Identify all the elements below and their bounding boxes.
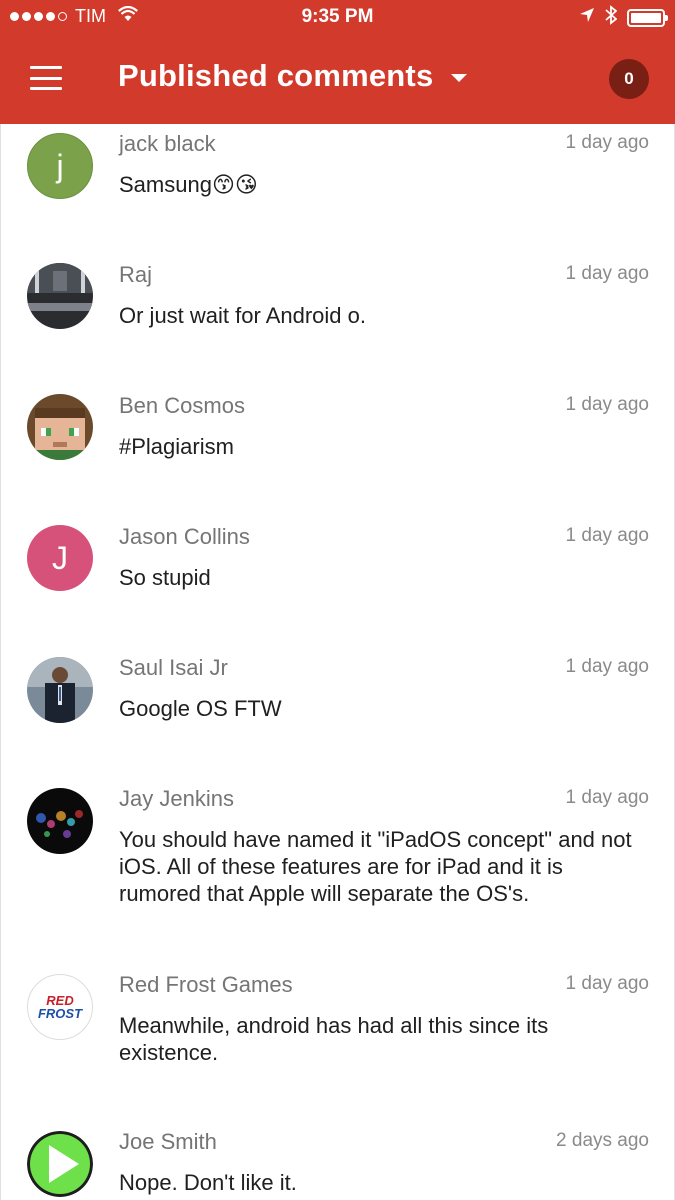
filter-dropdown[interactable]: Published comments	[118, 58, 468, 94]
page-title: Published comments	[118, 58, 434, 93]
avatar	[27, 657, 93, 723]
comment-time: 1 day ago	[565, 394, 649, 415]
comment-author: Raj	[119, 262, 153, 287]
comment-time: 1 day ago	[565, 973, 649, 994]
comment-author: Joe Smith	[119, 1129, 217, 1154]
comment-author: Saul Isai Jr	[119, 655, 228, 680]
comment-item[interactable]: Joe Smith 2 days ago Nope. Don't like it…	[1, 1122, 674, 1200]
comment-author: Jay Jenkins	[119, 786, 234, 811]
avatar: RED FROST	[27, 974, 93, 1040]
comment-text: You should have named it "iPadOS concept…	[119, 827, 632, 906]
location-arrow-icon	[579, 7, 595, 28]
comment-author: Jason Collins	[119, 524, 250, 549]
comment-text: #Plagiarism	[119, 434, 234, 459]
avatar	[27, 788, 93, 854]
red-frost-logo-bottom: FROST	[37, 1006, 83, 1021]
comment-text: Google OS FTW	[119, 696, 282, 721]
comment-time: 1 day ago	[565, 525, 649, 546]
comment-text: Samsung😙😘	[119, 172, 258, 197]
hamburger-menu-icon[interactable]	[30, 66, 62, 90]
status-bar-right	[579, 5, 668, 30]
comment-item[interactable]: Jay Jenkins 1 day ago You should have na…	[1, 779, 674, 965]
comment-text: Meanwhile, android has had all this sinc…	[119, 1013, 549, 1065]
bluetooth-icon	[605, 5, 618, 30]
comment-time: 2 days ago	[556, 1130, 649, 1151]
comment-item[interactable]: j jack black 1 day ago Samsung😙😘	[1, 124, 674, 255]
avatar: J	[27, 525, 93, 591]
chevron-down-icon	[451, 74, 468, 82]
comment-item[interactable]: J Jason Collins 1 day ago So stupid	[1, 517, 674, 648]
comment-time: 1 day ago	[565, 656, 649, 677]
comment-item[interactable]: Raj 1 day ago Or just wait for Android o…	[1, 255, 674, 386]
notification-count-badge[interactable]: 0	[609, 59, 649, 99]
comments-list: j jack black 1 day ago Samsung😙😘 Raj 1 d…	[0, 124, 675, 1200]
comment-item[interactable]: Ben Cosmos 1 day ago #Plagiarism	[1, 386, 674, 517]
app-bar: Published comments 0	[0, 34, 675, 124]
avatar-letter: J	[52, 539, 68, 576]
comment-text: So stupid	[119, 565, 211, 590]
comment-text: Or just wait for Android o.	[119, 303, 366, 328]
avatar-letter: j	[56, 147, 64, 184]
battery-icon	[627, 8, 668, 27]
avatar	[27, 394, 93, 460]
comment-item[interactable]: Saul Isai Jr 1 day ago Google OS FTW	[1, 648, 674, 779]
comment-time: 1 day ago	[565, 132, 649, 153]
comment-time: 1 day ago	[565, 787, 649, 808]
status-bar: TIM 9:35 PM	[0, 0, 675, 34]
comment-author: Ben Cosmos	[119, 393, 245, 418]
avatar	[27, 263, 93, 329]
comment-author: Red Frost Games	[119, 972, 293, 997]
comment-text: Nope. Don't like it.	[119, 1170, 297, 1195]
comment-author: jack black	[119, 131, 216, 156]
comment-item[interactable]: RED FROST Red Frost Games 1 day ago Mean…	[1, 965, 674, 1122]
avatar	[27, 1131, 93, 1197]
avatar: j	[27, 133, 93, 199]
comment-time: 1 day ago	[565, 263, 649, 284]
status-bar-time: 9:35 PM	[301, 6, 374, 27]
